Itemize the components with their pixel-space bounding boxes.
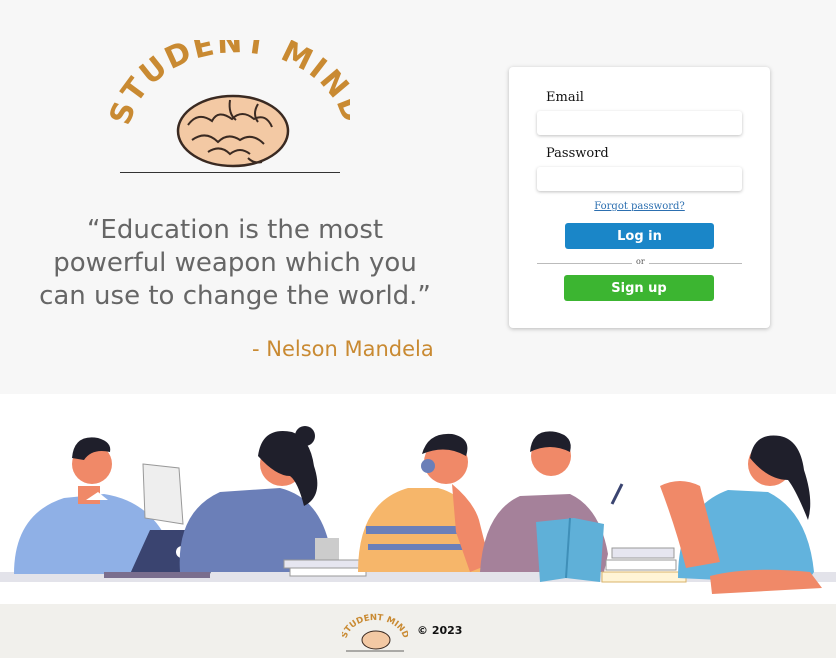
logo-divider: [120, 172, 340, 173]
login-card: Email Password Forgot password? Log in o…: [509, 67, 770, 328]
brain-icon: [176, 94, 290, 168]
students-illustration: [0, 394, 836, 604]
password-label: Password: [546, 146, 609, 161]
email-label: Email: [546, 90, 584, 105]
email-field[interactable]: [537, 111, 742, 135]
copyright-text: © 2023: [417, 624, 463, 637]
student-reading-figure: [480, 431, 687, 583]
or-text: or: [632, 257, 649, 266]
signup-button[interactable]: Sign up: [564, 275, 714, 301]
student-talking-figure: [660, 435, 822, 594]
quote-author: - Nelson Mandela: [252, 337, 434, 361]
password-field[interactable]: [537, 167, 742, 191]
student-ponytail-figure: [179, 426, 367, 577]
brand-logo: STUDENT MIND: [103, 25, 369, 175]
login-button[interactable]: Log in: [565, 223, 714, 249]
hero-section: STUDENT MIND “Education is the most powe…: [0, 0, 836, 394]
footer-logo: STUDENT MIND: [340, 612, 410, 652]
quote-line: “Education is the most: [86, 215, 384, 245]
quote-line: powerful weapon which you: [53, 248, 417, 278]
student-headphones-figure: [358, 433, 490, 572]
footer: STUDENT MIND © 2023: [0, 604, 836, 658]
quote: “Education is the most powerful weapon w…: [20, 214, 450, 313]
quote-line: can use to change the world.”: [39, 281, 431, 311]
forgot-password-link[interactable]: Forgot password?: [509, 201, 770, 212]
